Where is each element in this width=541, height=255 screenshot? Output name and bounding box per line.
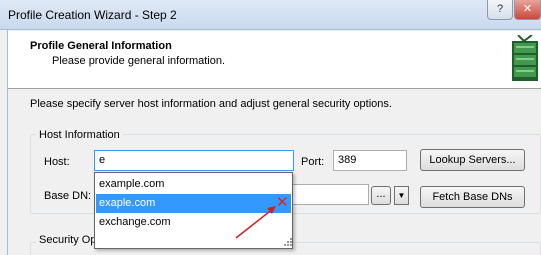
wizard-header: Profile General Information Please provi…: [8, 31, 541, 89]
resize-grip-icon[interactable]: [283, 237, 292, 247]
browse-button[interactable]: ...: [371, 186, 391, 205]
annotation-arrow-icon: [235, 206, 276, 239]
port-label: Port:: [301, 156, 325, 168]
autocomplete-item[interactable]: example.com: [96, 175, 291, 194]
host-input[interactable]: e: [94, 150, 294, 171]
security-group-label: Security Op: [36, 234, 100, 246]
header-title: Profile General Information: [30, 40, 172, 52]
window-title: Profile Creation Wizard - Step 2: [8, 8, 177, 22]
help-button[interactable]: ?: [487, 0, 513, 20]
intro-text: Please specify server host information a…: [30, 98, 392, 110]
host-label: Host:: [44, 156, 70, 168]
lookup-servers-button[interactable]: Lookup Servers...: [420, 149, 525, 171]
title-bar[interactable]: Profile Creation Wizard - Step 2 ? ✕: [0, 0, 541, 30]
host-group-label: Host Information: [36, 129, 123, 141]
fetch-base-dns-button[interactable]: Fetch Base DNs: [420, 186, 525, 208]
dropdown-arrow-icon[interactable]: ▼: [394, 186, 409, 205]
port-input[interactable]: 389: [333, 150, 407, 171]
autocomplete-item-label: exaple.com: [99, 197, 156, 209]
server-icon: [512, 35, 538, 81]
header-subtitle: Please provide general information.: [52, 55, 226, 67]
base-dn-label: Base DN:: [44, 190, 92, 202]
close-button[interactable]: ✕: [514, 0, 541, 20]
